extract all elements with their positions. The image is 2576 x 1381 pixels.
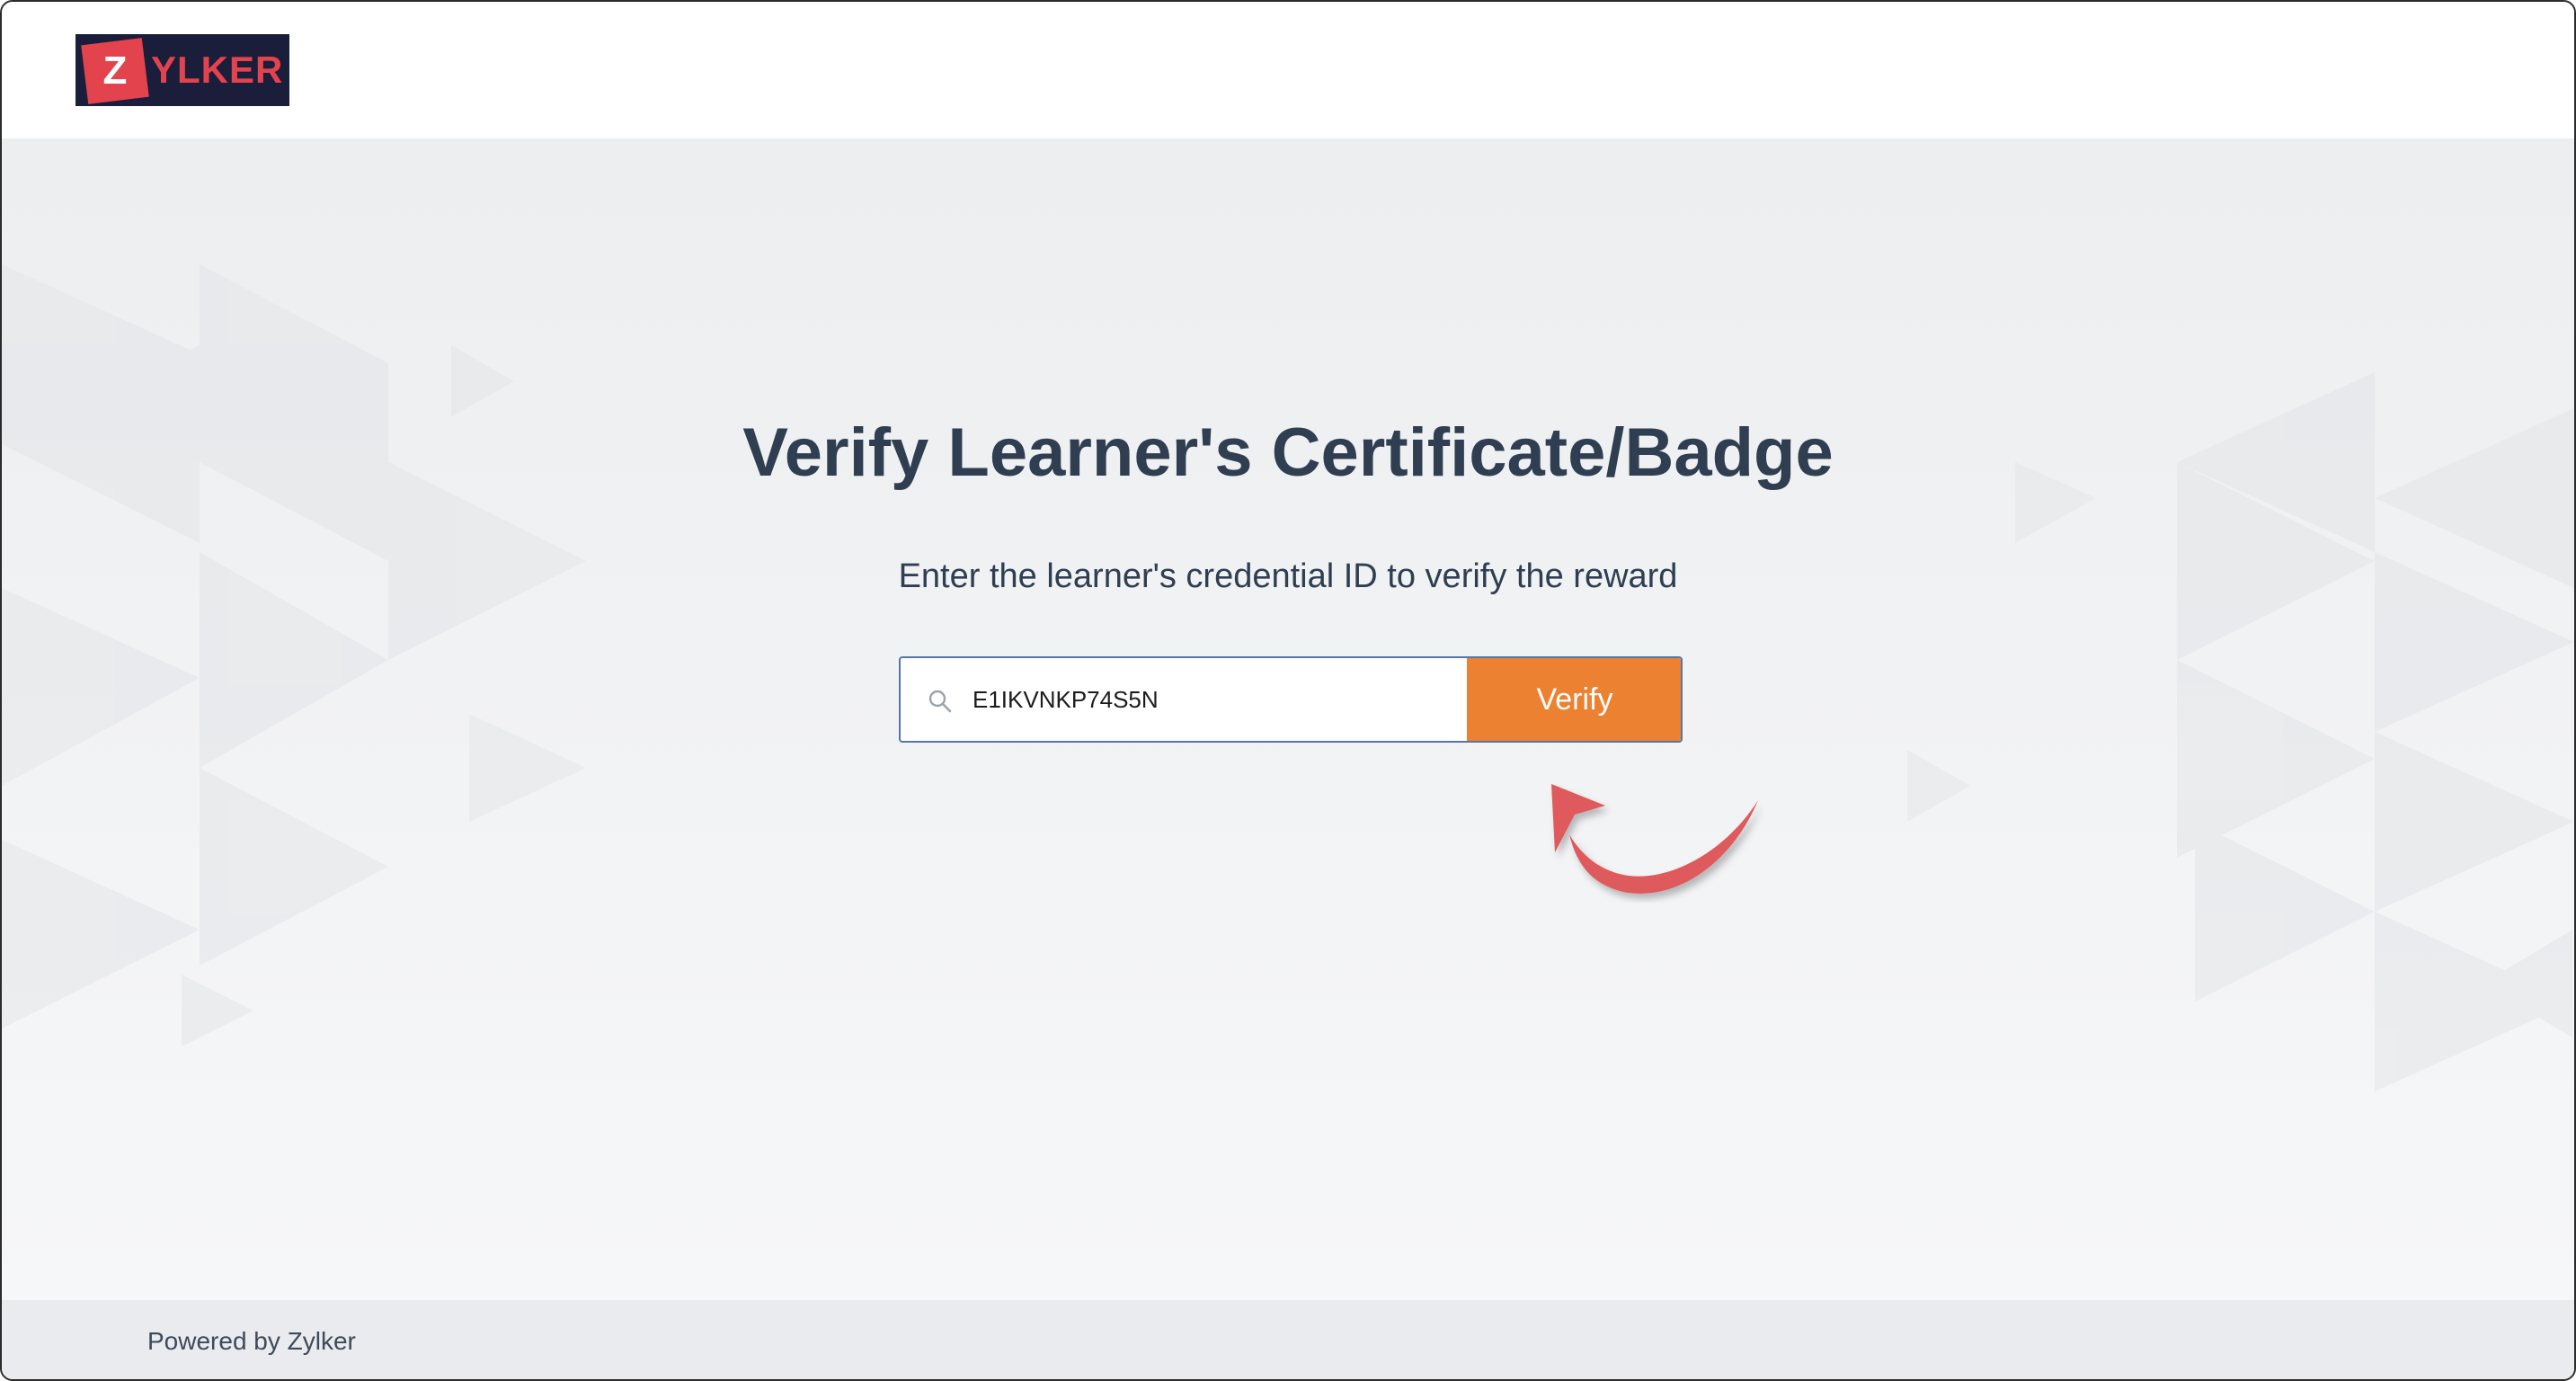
footer: Powered by Zylker [2,1300,2574,1379]
logo-letter: Z [102,49,128,93]
top-bar: Z YLKER [2,2,2574,138]
credential-search-box[interactable]: Verify [899,656,1683,743]
credential-id-input[interactable] [973,658,1458,741]
page-title: Verify Learner's Certificate/Badge [742,414,1834,491]
search-icon [928,690,952,713]
page-subtitle: Enter the learner's credential ID to ver… [898,557,1678,595]
logo-text: YLKER [151,49,284,91]
main-content: Verify Learner's Certificate/Badge Enter… [2,138,2574,1300]
powered-by-text: Powered by Zylker [147,1327,356,1355]
curved-arrow-icon [1551,784,1758,894]
verify-button[interactable]: Verify [1467,658,1681,741]
browser-frame: Z YLKER Verify Learner's Certificate/Bad… [0,0,2576,1381]
zylker-logo[interactable]: Z YLKER [76,34,289,106]
